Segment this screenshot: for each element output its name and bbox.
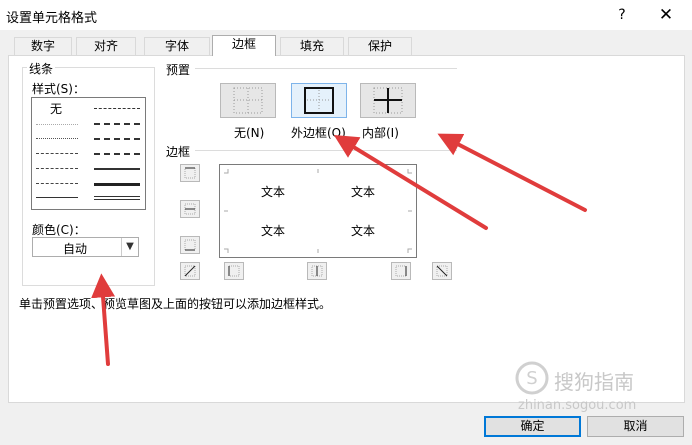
preset-outline-label: 外边框(O) xyxy=(291,126,346,140)
color-combobox[interactable]: 自动 ▼ xyxy=(32,237,139,257)
line-style-dash-dot[interactable] xyxy=(36,168,78,169)
no-border-icon xyxy=(233,87,263,114)
border-middle-horizontal-button[interactable] xyxy=(180,200,200,218)
window-title: 设置单元格格式 xyxy=(6,11,98,26)
presets-group-label: 预置 xyxy=(166,63,191,77)
border-right-button[interactable] xyxy=(391,262,411,280)
diagonal-up-icon xyxy=(184,265,196,277)
border-middle-vertical-button[interactable] xyxy=(307,262,327,280)
tab-alignment[interactable]: 对齐 xyxy=(76,37,136,55)
line-style-dotted[interactable] xyxy=(36,138,78,139)
preview-text-bottom-right: 文本 xyxy=(351,224,376,238)
inside-border-icon xyxy=(373,87,403,114)
preset-none-button[interactable] xyxy=(220,83,276,118)
svg-text:S: S xyxy=(526,368,537,389)
line-style-dashed[interactable] xyxy=(36,183,78,184)
border-bottom-icon xyxy=(184,239,196,251)
cancel-button[interactable]: 取消 xyxy=(587,416,684,437)
tab-font[interactable]: 字体 xyxy=(144,37,210,55)
tab-protection[interactable]: 保护 xyxy=(348,37,412,55)
color-label: 颜色(C)： xyxy=(32,223,86,237)
border-diagonal-down-button[interactable] xyxy=(432,262,452,280)
ok-button[interactable]: 确定 xyxy=(484,416,581,437)
color-value: 自动 xyxy=(63,242,88,256)
chevron-down-icon[interactable]: ▼ xyxy=(121,238,138,256)
diagonal-down-icon xyxy=(436,265,448,277)
preview-text-top-left: 文本 xyxy=(261,185,286,199)
tab-fill[interactable]: 填充 xyxy=(280,37,344,55)
preview-text-bottom-left: 文本 xyxy=(261,224,286,238)
border-horizontal-icon xyxy=(184,203,196,215)
preview-text-top-right: 文本 xyxy=(351,185,376,199)
watermark-title: 搜狗指南 xyxy=(554,370,634,394)
line-style-medium-dash-dot[interactable] xyxy=(94,138,140,140)
border-preview[interactable]: 文本 文本 文本 文本 xyxy=(219,164,417,258)
line-group-label: 线条 xyxy=(27,60,56,77)
border-separator xyxy=(195,150,457,151)
border-bottom-button[interactable] xyxy=(180,236,200,254)
line-style-medium-dash-dot-dot[interactable] xyxy=(94,108,140,109)
outline-border-icon xyxy=(304,87,334,114)
line-style-slant-dash-dot[interactable] xyxy=(94,123,140,125)
style-label: 样式(S)： xyxy=(32,82,85,96)
line-style-dash-dot-dot[interactable] xyxy=(36,153,78,154)
line-style-none[interactable]: 无 xyxy=(50,100,62,117)
title-bar: 设置单元格格式 ? ✕ xyxy=(0,0,692,30)
hint-text: 单击预置选项、预览草图及上面的按钮可以添加边框样式。 xyxy=(19,297,332,311)
line-style-medium[interactable] xyxy=(94,168,140,170)
border-right-icon xyxy=(395,265,407,277)
line-style-thin[interactable] xyxy=(36,197,78,198)
border-diagonal-up-button[interactable] xyxy=(180,262,200,280)
preset-outline-button[interactable] xyxy=(291,83,347,118)
tab-strip: 数字 对齐 字体 边框 填充 保护 xyxy=(14,35,414,56)
preview-corner-marks xyxy=(224,169,412,253)
line-style-double[interactable] xyxy=(94,196,140,200)
line-style-thick[interactable] xyxy=(94,183,140,186)
border-top-icon xyxy=(184,167,196,179)
watermark-url: zhinan.sogou.com xyxy=(518,398,637,413)
line-style-hair[interactable] xyxy=(36,124,78,125)
border-top-button[interactable] xyxy=(180,164,200,182)
help-button[interactable]: ? xyxy=(612,4,632,26)
border-vertical-icon xyxy=(311,265,323,277)
close-button[interactable]: ✕ xyxy=(654,2,678,28)
presets-separator xyxy=(195,68,457,69)
preset-none-label: 无(N) xyxy=(234,126,265,140)
border-group-label: 边框 xyxy=(166,145,191,159)
preset-inside-button[interactable] xyxy=(360,83,416,118)
border-left-button[interactable] xyxy=(224,262,244,280)
tab-border[interactable]: 边框 xyxy=(212,35,276,56)
line-style-list[interactable]: 无 xyxy=(31,97,146,210)
tab-number[interactable]: 数字 xyxy=(14,37,72,55)
preset-inside-label: 内部(I) xyxy=(362,126,399,140)
sogou-logo-icon: S xyxy=(515,361,549,395)
line-style-medium-dashed[interactable] xyxy=(94,153,140,155)
border-left-icon xyxy=(228,265,240,277)
